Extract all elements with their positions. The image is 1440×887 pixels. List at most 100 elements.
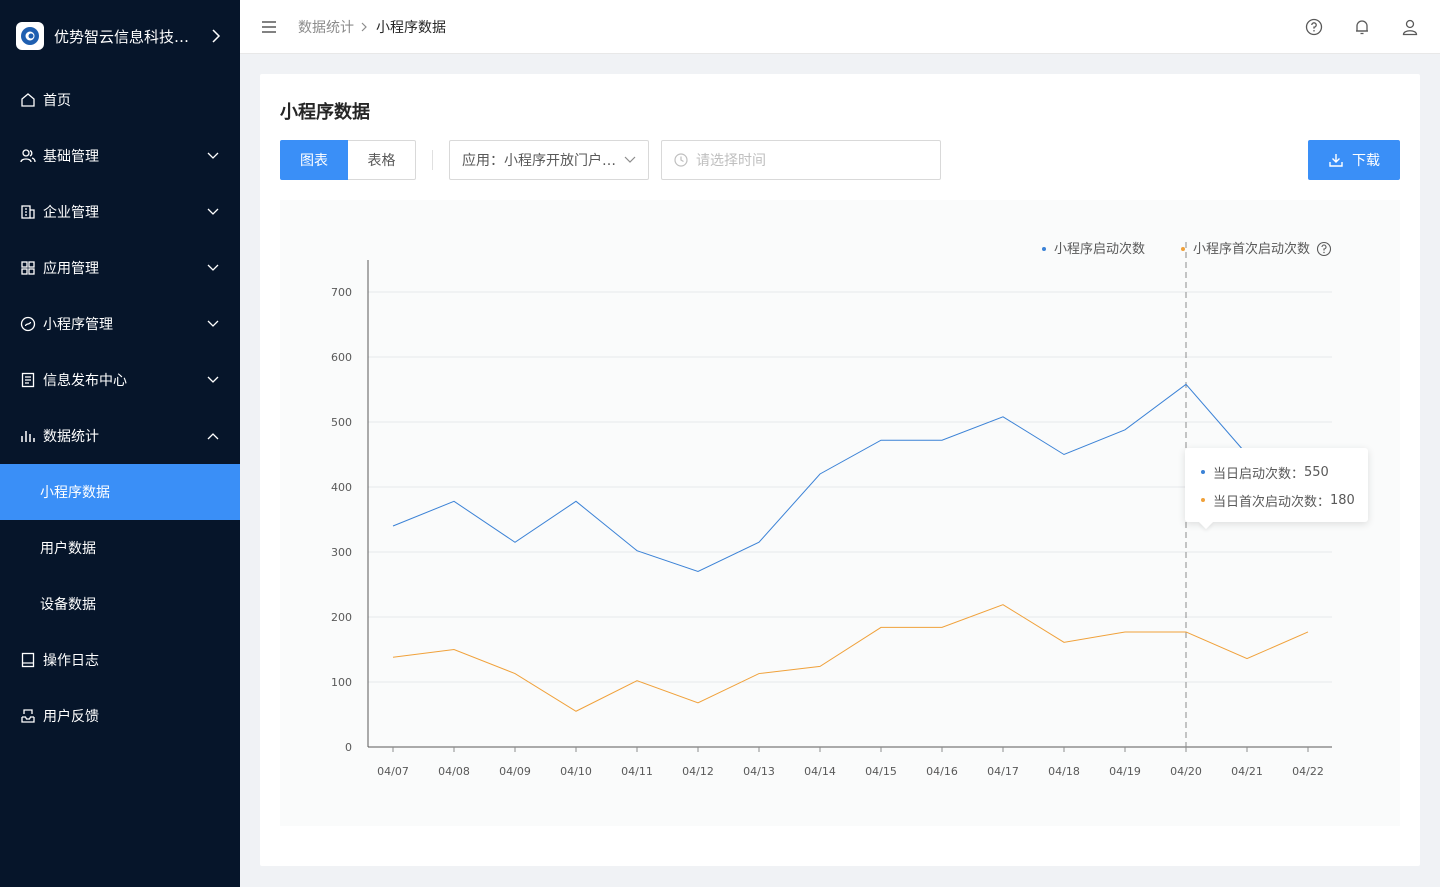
sidebar-item-label: 企业管理 xyxy=(43,205,99,221)
x-tick-label: 04/19 xyxy=(1109,765,1141,778)
tooltip-value: 180 xyxy=(1330,492,1355,508)
x-tick-label: 04/15 xyxy=(865,765,897,778)
chart-tooltip: 当日启动次数： 550 当日首次启动次数： 180 xyxy=(1185,448,1368,530)
legend-label: 小程序启动次数 xyxy=(1054,241,1145,257)
x-tick-label: 04/16 xyxy=(926,765,958,778)
sidebar: 优势智云信息科技有限公司 首页 基础管理 企业管理 应用管理 小程序管理 xyxy=(0,0,240,887)
tab-table[interactable]: 表格 xyxy=(348,140,416,180)
clock-icon xyxy=(674,153,688,167)
chevron-down-icon xyxy=(206,261,220,275)
sidebar-item-label: 首页 xyxy=(43,93,71,109)
sidebar-item-label: 基础管理 xyxy=(43,149,99,165)
users-icon xyxy=(20,148,36,164)
y-tick-label: 400 xyxy=(331,481,352,494)
user-icon[interactable] xyxy=(1400,17,1420,37)
breadcrumb-current: 小程序数据 xyxy=(376,19,446,36)
brand-name: 优势智云信息科技有限公司 xyxy=(54,27,194,46)
building-icon xyxy=(20,204,36,220)
chevron-down-icon xyxy=(206,205,220,219)
sidebar-item-statistics[interactable]: 数据统计 xyxy=(0,408,240,464)
sidebar-item-apps[interactable]: 应用管理 xyxy=(0,240,240,296)
x-tick-label: 04/08 xyxy=(438,765,470,778)
x-tick-label: 04/20 xyxy=(1170,765,1202,778)
sidebar-item-label: 信息发布中心 xyxy=(43,373,127,389)
x-tick-label: 04/14 xyxy=(804,765,836,778)
sidebar-subitem-user-data[interactable]: 用户数据 xyxy=(0,520,240,576)
menu-toggle-icon[interactable] xyxy=(260,18,278,36)
sidebar-item-basic[interactable]: 基础管理 xyxy=(0,128,240,184)
y-tick-label: 300 xyxy=(331,546,352,559)
chevron-right-icon[interactable] xyxy=(208,28,224,44)
x-tick-label: 04/13 xyxy=(743,765,775,778)
sidebar-item-oplog[interactable]: 操作日志 xyxy=(0,632,240,688)
x-tick-label: 04/17 xyxy=(987,765,1019,778)
sidebar-item-miniprogram[interactable]: 小程序管理 xyxy=(0,296,240,352)
bell-icon[interactable] xyxy=(1352,17,1372,37)
chevron-up-icon xyxy=(206,429,220,443)
sidebar-item-label: 用户反馈 xyxy=(43,709,99,725)
view-switch: 图表 表格 xyxy=(280,140,416,180)
sidebar-item-feedback[interactable]: 用户反馈 xyxy=(0,688,240,744)
breadcrumb-item[interactable]: 数据统计 xyxy=(298,17,354,37)
sidebar-item-label: 数据统计 xyxy=(43,429,99,445)
sidebar-item-label: 小程序管理 xyxy=(43,317,113,333)
sidebar-item-label: 应用管理 xyxy=(43,261,99,277)
sidebar-item-publish[interactable]: 信息发布中心 xyxy=(0,352,240,408)
tab-chart[interactable]: 图表 xyxy=(280,140,348,180)
series-line-1 xyxy=(392,383,1248,573)
series-dot xyxy=(1201,470,1205,474)
app-select-value: 应用：小程序开放门户平台 xyxy=(462,153,618,169)
legend-marker xyxy=(1042,247,1046,251)
x-tick-label: 04/07 xyxy=(377,765,409,778)
page-title: 小程序数据 xyxy=(280,102,370,123)
help-icon-dot xyxy=(1323,251,1325,254)
grid-icon xyxy=(20,260,36,276)
sidebar-subitem-miniprogram-data[interactable]: 小程序数据 xyxy=(0,464,240,520)
x-tick-label: 04/18 xyxy=(1048,765,1080,778)
header-actions xyxy=(1276,17,1420,37)
sidebar-item-home[interactable]: 首页 xyxy=(0,72,240,128)
chevron-down-icon xyxy=(624,154,636,166)
document-icon xyxy=(20,372,36,388)
y-tick-label: 200 xyxy=(331,611,352,624)
miniprogram-icon xyxy=(20,316,36,332)
download-icon xyxy=(1328,152,1344,168)
line-chart: 0 100 200 300 400 500 600 700 04/07 04/08 04/09 04/… xyxy=(280,200,1400,826)
sidebar-subitem-device-data[interactable]: 设备数据 xyxy=(0,576,240,632)
tooltip-row: 当日首次启动次数： 180 xyxy=(1201,486,1368,514)
series-dot xyxy=(1201,498,1205,502)
y-tick-label: 700 xyxy=(331,286,352,299)
date-picker[interactable]: 请选择时间 xyxy=(661,140,941,180)
help-icon[interactable] xyxy=(1304,17,1324,37)
tooltip-label: 当日启动次数： xyxy=(1213,466,1305,482)
y-tick-label: 100 xyxy=(331,676,352,689)
y-tick-label: 600 xyxy=(331,351,352,364)
download-label: 下载 xyxy=(1352,153,1380,169)
chevron-down-icon xyxy=(206,373,220,387)
app-select[interactable]: 应用：小程序开放门户平台 xyxy=(449,140,649,180)
x-tick-label: 04/11 xyxy=(621,765,653,778)
brand-header[interactable]: 优势智云信息科技有限公司 xyxy=(0,0,240,72)
legend-label: 小程序首次启动次数 xyxy=(1193,241,1310,257)
sidebar-item-enterprise[interactable]: 企业管理 xyxy=(0,184,240,240)
chevron-down-icon xyxy=(206,149,220,163)
y-tick-label: 0 xyxy=(345,741,352,754)
legend-marker xyxy=(1181,247,1185,251)
series-line-2 xyxy=(392,604,1309,712)
tooltip-value: 550 xyxy=(1304,464,1329,480)
top-header: 数据统计 小程序数据 xyxy=(240,0,1440,54)
x-tick-label: 04/10 xyxy=(560,765,592,778)
download-button[interactable]: 下载 xyxy=(1308,140,1400,180)
date-picker-placeholder: 请选择时间 xyxy=(696,153,766,169)
breadcrumb: 数据统计 小程序数据 xyxy=(298,17,446,37)
log-book-icon xyxy=(20,652,36,668)
tooltip-label: 当日首次启动次数： xyxy=(1213,494,1331,510)
divider xyxy=(432,150,433,170)
sidebar-menu: 首页 基础管理 企业管理 应用管理 小程序管理 信息发布中心 数据统计 小程序数… xyxy=(0,72,240,744)
toolbar: 图表 表格 应用：小程序开放门户平台 请选择时间 下载 xyxy=(280,140,1400,180)
help-icon-glyph xyxy=(1321,244,1327,251)
x-tick-label: 04/22 xyxy=(1292,765,1324,778)
main-card: 小程序数据 图表 表格 应用：小程序开放门户平台 请选择时间 下载 0 100 20… xyxy=(260,74,1420,866)
home-icon xyxy=(20,92,36,108)
x-tick-label: 04/21 xyxy=(1231,765,1263,778)
